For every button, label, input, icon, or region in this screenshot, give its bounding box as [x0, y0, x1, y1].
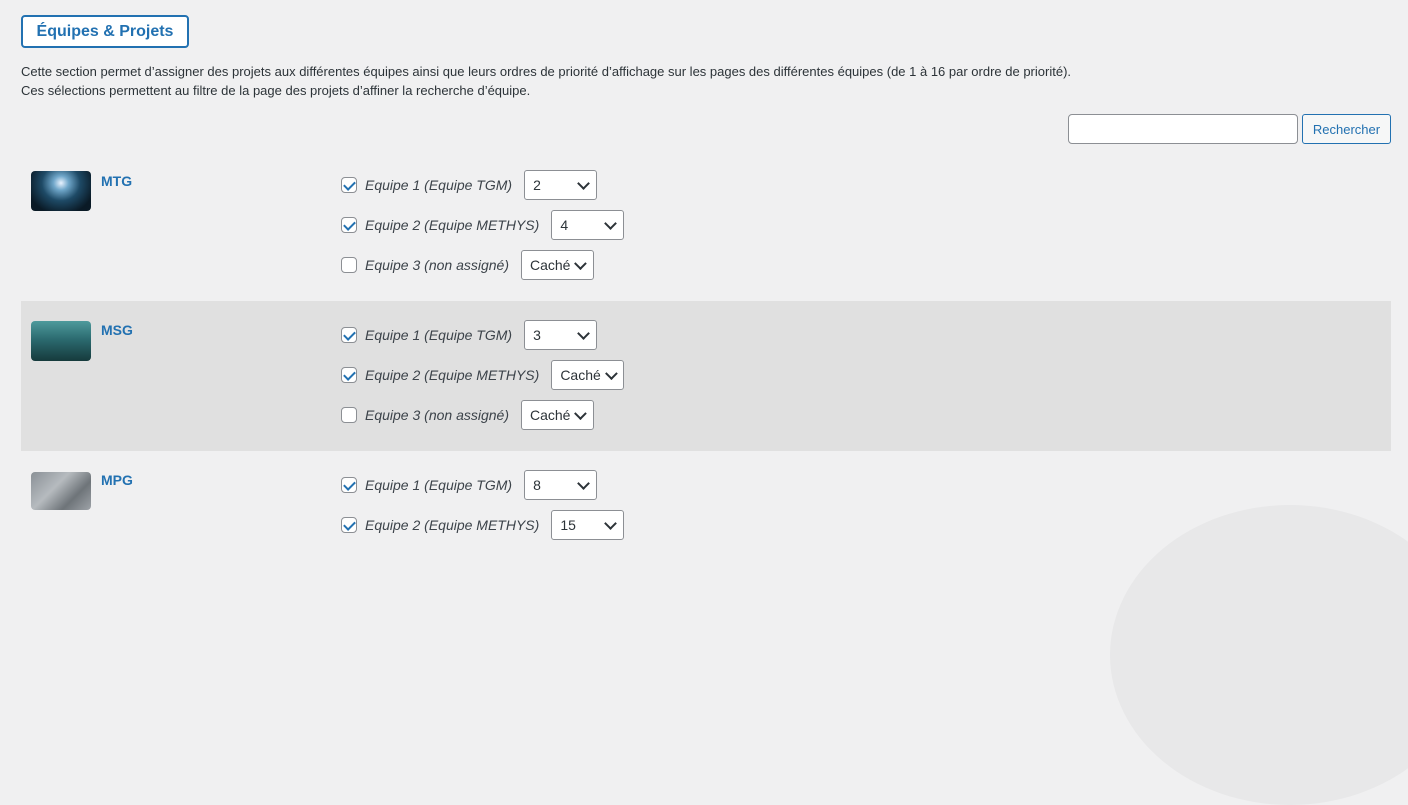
project-thumbnail [31, 321, 91, 361]
priority-select[interactable]: Caché [521, 400, 594, 430]
team-assignment-row: Equipe 2 (Equipe METHYS) Caché [341, 360, 625, 390]
team-label: Equipe 2 (Equipe METHYS) [365, 217, 540, 233]
team-checkbox[interactable] [341, 257, 357, 273]
priority-select[interactable]: 8 [524, 470, 598, 500]
priority-select[interactable]: 3 [524, 320, 598, 350]
priority-select[interactable]: Caché [551, 360, 625, 390]
chevron-down-icon [577, 476, 590, 490]
team-assignment-row: Equipe 3 (non assigné) Caché [341, 400, 594, 430]
team-assignment-row: Equipe 1 (Equipe TGM) 8 [341, 470, 598, 500]
project-row-msg: MSG Equipe 1 (Equipe TGM) 3 Equipe 2 (Eq… [21, 301, 1391, 451]
team-label: Equipe 2 (Equipe METHYS) [365, 517, 540, 533]
priority-value: Caché [530, 407, 571, 423]
chevron-down-icon [577, 176, 590, 190]
priority-select[interactable]: 4 [551, 210, 625, 240]
description-line-2: Ces sélections permettent au filtre de l… [21, 83, 531, 98]
team-assignment-row: Equipe 1 (Equipe TGM) 2 [341, 170, 598, 200]
chevron-down-icon [577, 326, 590, 340]
page-title: Équipes & Projets [21, 15, 189, 48]
project-name[interactable]: MSG [101, 322, 133, 338]
priority-value: 15 [560, 517, 576, 533]
search-input[interactable] [1068, 114, 1298, 144]
team-checkbox[interactable] [341, 477, 357, 493]
background-decoration [1110, 505, 1408, 805]
team-label: Equipe 1 (Equipe TGM) [365, 327, 513, 343]
team-label: Equipe 1 (Equipe TGM) [365, 477, 513, 493]
chevron-down-icon [604, 216, 618, 230]
priority-value: 3 [533, 327, 541, 343]
team-label: Equipe 3 (non assigné) [365, 257, 509, 273]
description-line-1: Cette section permet d’assigner des proj… [21, 64, 1072, 79]
team-assignment-row: Equipe 3 (non assigné) Caché [341, 250, 594, 280]
chevron-down-icon [604, 366, 618, 380]
priority-value: 4 [560, 217, 569, 233]
project-name[interactable]: MPG [101, 472, 133, 488]
team-checkbox[interactable] [341, 177, 357, 193]
team-assignment-row: Equipe 2 (Equipe METHYS) 4 [341, 210, 625, 240]
priority-select[interactable]: 15 [551, 510, 625, 540]
team-checkbox[interactable] [341, 407, 357, 423]
project-thumbnail [31, 171, 91, 211]
team-checkbox[interactable] [341, 327, 357, 343]
chevron-down-icon [604, 516, 618, 530]
team-checkbox[interactable] [341, 517, 357, 533]
priority-select[interactable]: 2 [524, 170, 598, 200]
team-assignment-row: Equipe 2 (Equipe METHYS) 15 [341, 510, 625, 540]
team-label: Equipe 1 (Equipe TGM) [365, 177, 513, 193]
team-label: Equipe 2 (Equipe METHYS) [365, 367, 540, 383]
priority-value: Caché [530, 257, 571, 273]
chevron-down-icon [574, 256, 587, 270]
chevron-down-icon [574, 406, 587, 420]
priority-value: 2 [533, 177, 541, 193]
team-assignment-row: Equipe 1 (Equipe TGM) 3 [341, 320, 598, 350]
search-button[interactable]: Rechercher [1302, 114, 1391, 144]
team-checkbox[interactable] [341, 367, 357, 383]
priority-value: 8 [533, 477, 541, 493]
project-name[interactable]: MTG [101, 173, 132, 189]
team-label: Equipe 3 (non assigné) [365, 407, 509, 423]
project-row-mtg: MTG Equipe 1 (Equipe TGM) 2 Equipe 2 (Eq… [21, 152, 1391, 302]
project-row-mpg: MPG Equipe 1 (Equipe TGM) 8 Equipe 2 (Eq… [21, 451, 1391, 541]
priority-select[interactable]: Caché [521, 250, 594, 280]
project-thumbnail [31, 472, 91, 510]
page-description: Cette section permet d’assigner des proj… [21, 62, 1071, 100]
team-checkbox[interactable] [341, 217, 357, 233]
priority-value: Caché [560, 367, 601, 383]
